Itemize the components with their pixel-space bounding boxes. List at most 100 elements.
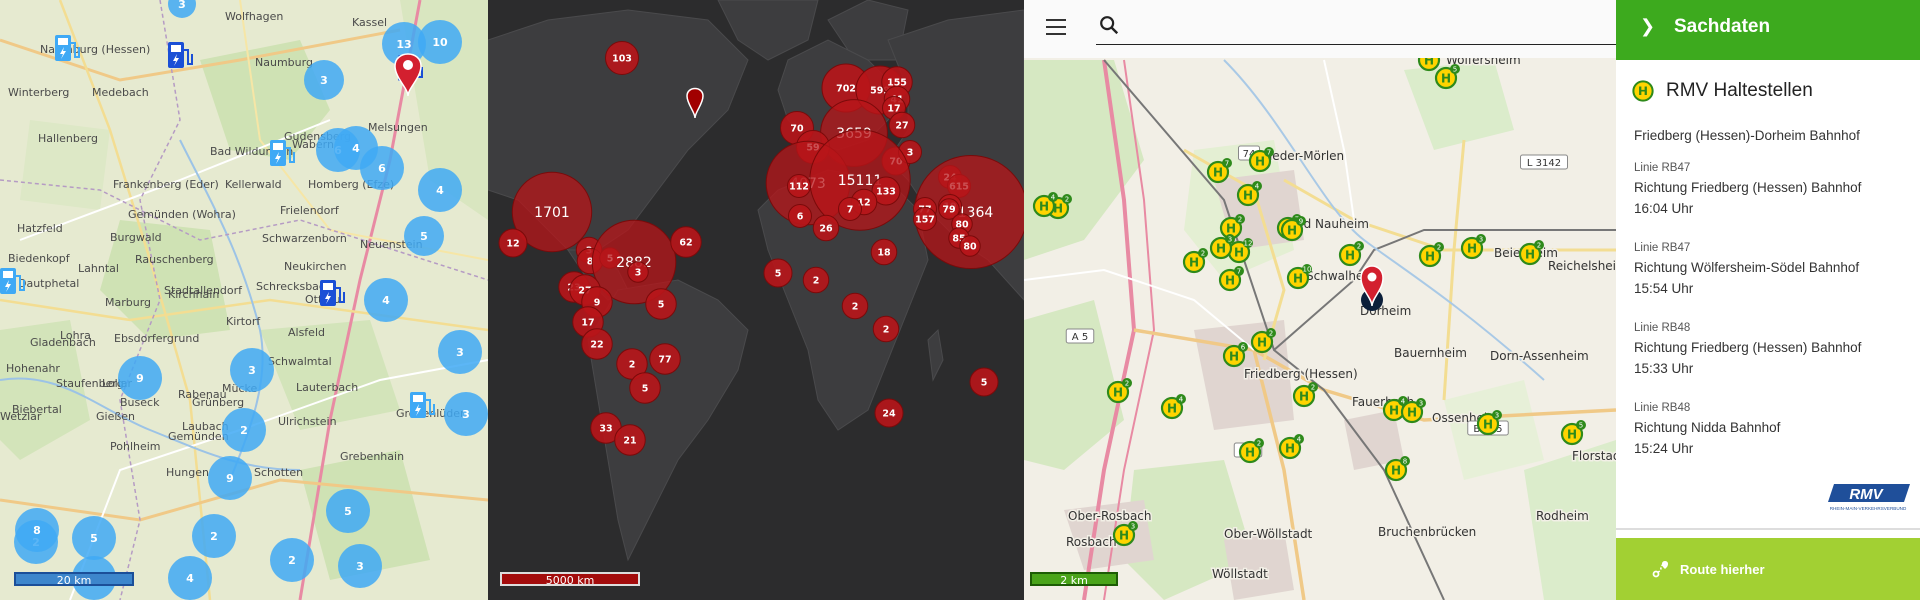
charger-cluster[interactable]: 8 bbox=[15, 508, 59, 552]
cluster-marker[interactable]: 5 bbox=[645, 288, 677, 320]
svg-text:62: 62 bbox=[679, 237, 692, 248]
charger-cluster[interactable]: 3 bbox=[438, 330, 482, 374]
charger-cluster[interactable]: 4 bbox=[168, 556, 212, 600]
cluster-marker[interactable]: 22 bbox=[581, 328, 613, 360]
departure-direction: Richtung Friedberg (Hessen) Bahnhof bbox=[1634, 180, 1862, 195]
charger-cluster[interactable]: 3 bbox=[230, 348, 274, 392]
charger-cluster[interactable]: 2 bbox=[192, 514, 236, 558]
charger-cluster[interactable]: 5 bbox=[72, 516, 116, 560]
svg-text:4: 4 bbox=[1051, 194, 1056, 202]
svg-text:H: H bbox=[1287, 224, 1297, 238]
cluster-marker[interactable]: 103 bbox=[605, 41, 639, 75]
place-label: Wolfhagen bbox=[225, 10, 283, 23]
charger-cluster[interactable]: 4 bbox=[364, 278, 408, 322]
place-label: Rauschenberg bbox=[135, 253, 214, 266]
svg-text:3: 3 bbox=[1495, 412, 1499, 420]
ev-map-canvas[interactable]: Wolfhagen Naumburg Kassel Winterberg Medebac… bbox=[0, 0, 488, 600]
cluster-marker[interactable]: 2 bbox=[841, 292, 869, 320]
search-input[interactable] bbox=[1128, 14, 1592, 42]
place-label: Kassel bbox=[352, 16, 387, 29]
place-label: Rabenau bbox=[178, 388, 227, 401]
charger-cluster[interactable]: 5 bbox=[404, 216, 444, 256]
place-label: Neukirchen bbox=[284, 260, 346, 273]
svg-text:H: H bbox=[1243, 189, 1253, 203]
svg-text:12: 12 bbox=[1244, 240, 1253, 248]
cluster-marker[interactable]: 26 bbox=[812, 214, 840, 242]
place-label: Wöllstadt bbox=[1212, 567, 1268, 581]
svg-text:H: H bbox=[1226, 222, 1236, 236]
svg-text:3: 3 bbox=[907, 147, 914, 158]
svg-text:21: 21 bbox=[623, 435, 636, 446]
svg-text:112: 112 bbox=[789, 181, 809, 192]
cluster-marker[interactable]: 2 bbox=[802, 266, 830, 294]
charger-cluster[interactable]: 9 bbox=[208, 456, 252, 500]
rmv-logo: RMV RHEIN-MAIN-VERKEHRSVERBUND bbox=[1828, 484, 1910, 511]
road-shield: A 5 bbox=[1065, 328, 1095, 344]
cluster-marker[interactable]: 157 bbox=[913, 207, 937, 231]
cluster-marker[interactable]: 21 bbox=[614, 424, 646, 456]
svg-text:H: H bbox=[1407, 406, 1417, 420]
rmv-stops-map[interactable]: Wölfersheim Nieder-Mörlen Bad Nauheim Schwa… bbox=[1024, 0, 1616, 600]
svg-text:77: 77 bbox=[658, 354, 671, 365]
cluster-marker[interactable]: 5 bbox=[629, 372, 661, 404]
svg-text:1701: 1701 bbox=[534, 205, 570, 221]
departure-time: 16:04 Uhr bbox=[1634, 201, 1694, 216]
world-cluster-map[interactable]: 1031701123852882362232795172227753321702… bbox=[488, 0, 1024, 600]
place-label: Alsfeld bbox=[288, 326, 325, 339]
svg-text:3: 3 bbox=[1419, 400, 1423, 408]
ev-charging-map[interactable]: Wolfhagen Naumburg Kassel Winterberg Medebac… bbox=[0, 0, 488, 600]
chevron-right-icon[interactable]: ❯ bbox=[1640, 16, 1655, 37]
place-label: Winterberg bbox=[8, 86, 69, 99]
cluster-marker[interactable]: 24 bbox=[874, 398, 904, 428]
selected-location-pin-icon[interactable] bbox=[1360, 265, 1384, 311]
svg-text:H: H bbox=[1441, 72, 1451, 86]
route-here-button[interactable]: Route hierher bbox=[1616, 538, 1920, 600]
svg-text:9: 9 bbox=[136, 372, 144, 385]
cluster-marker[interactable]: 80 bbox=[959, 235, 981, 257]
cluster-marker[interactable]: 12 bbox=[498, 228, 528, 258]
svg-text:H: H bbox=[1293, 272, 1303, 286]
search-underline bbox=[1096, 44, 1616, 45]
cluster-marker[interactable]: 18 bbox=[870, 238, 898, 266]
cluster-marker[interactable]: 112 bbox=[787, 174, 811, 198]
map-search-bar bbox=[1024, 0, 1616, 58]
cluster-marker[interactable]: 6 bbox=[788, 204, 812, 228]
svg-text:3: 3 bbox=[1479, 236, 1483, 244]
charger-cluster[interactable]: 9 bbox=[118, 356, 162, 400]
cluster-marker[interactable]: 7 bbox=[838, 197, 862, 221]
world-map-canvas[interactable]: 1031701123852882362232795172227753321702… bbox=[488, 0, 1024, 600]
charger-cluster[interactable]: 3 bbox=[444, 392, 488, 436]
charger-cluster[interactable]: 2 bbox=[222, 408, 266, 452]
charger-cluster[interactable]: 2 bbox=[270, 538, 314, 582]
svg-text:H: H bbox=[1483, 418, 1493, 432]
place-label: Schotten bbox=[254, 466, 303, 479]
cluster-marker[interactable]: 62 bbox=[670, 226, 702, 258]
cluster-marker[interactable]: 2 bbox=[872, 315, 900, 343]
place-label: Biebertal bbox=[12, 403, 62, 416]
svg-text:7: 7 bbox=[847, 204, 854, 215]
place-label: Biedenkopf bbox=[8, 252, 71, 265]
cluster-marker[interactable]: 77 bbox=[649, 343, 681, 375]
charger-cluster[interactable]: 6 bbox=[360, 146, 404, 190]
charger-cluster[interactable]: 3 bbox=[304, 60, 344, 100]
cluster-marker[interactable]: 3 bbox=[627, 261, 649, 283]
search-icon[interactable] bbox=[1098, 14, 1120, 36]
cluster-marker[interactable]: 27 bbox=[888, 111, 916, 139]
svg-text:3: 3 bbox=[462, 408, 470, 421]
charger-cluster[interactable]: 5 bbox=[326, 489, 370, 533]
cluster-marker[interactable]: 5 bbox=[969, 367, 999, 397]
stops-map-canvas[interactable]: WölfersheimNieder-MörlenBad NauheimSchwa… bbox=[1024, 0, 1616, 600]
cluster-marker[interactable]: 5 bbox=[763, 258, 793, 288]
sachdaten-header[interactable]: ❯ Sachdaten bbox=[1616, 0, 1920, 60]
svg-text:702: 702 bbox=[836, 83, 856, 94]
svg-text:27: 27 bbox=[895, 120, 908, 131]
charger-cluster[interactable]: 3 bbox=[338, 544, 382, 588]
menu-icon[interactable] bbox=[1046, 19, 1066, 35]
sachdaten-sidebar: ❯ Sachdaten H RMV Haltestellen Friedberg… bbox=[1616, 0, 1920, 600]
svg-text:70: 70 bbox=[790, 123, 804, 134]
svg-text:H: H bbox=[1285, 442, 1295, 456]
svg-text:8: 8 bbox=[1403, 458, 1407, 466]
departure-line: Linie RB47 bbox=[1634, 242, 1691, 254]
svg-text:6: 6 bbox=[797, 211, 804, 222]
charger-cluster[interactable]: 4 bbox=[418, 168, 462, 212]
